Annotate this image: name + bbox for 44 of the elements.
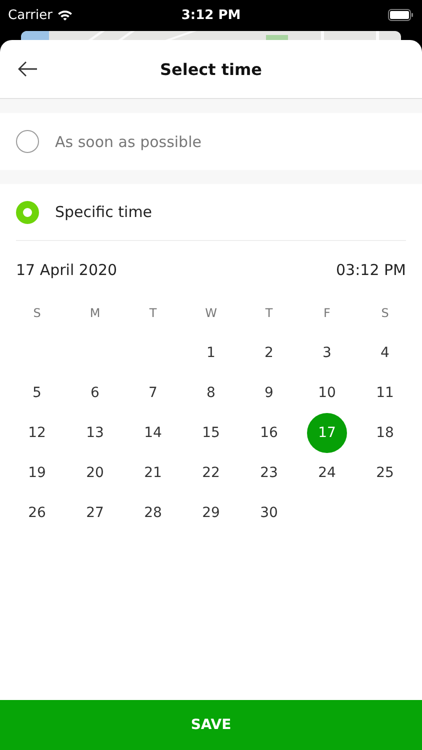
calendar-day[interactable]: 4 [365,333,405,373]
weekday-label: F [324,305,330,322]
weekday-label: T [265,305,273,322]
wifi-icon [57,9,74,21]
calendar-day[interactable]: 6 [75,373,115,413]
carrier-label: Carrier [8,8,52,22]
calendar-day[interactable]: 3 [307,333,347,373]
calendar-day[interactable]: 29 [191,493,231,533]
calendar-day[interactable]: 27 [75,493,115,533]
weekday-label: M [90,305,100,322]
weekday-label: S [33,305,41,322]
calendar-day[interactable]: 7 [133,373,173,413]
calendar-day[interactable]: 20 [75,453,115,493]
calendar-day[interactable]: 22 [191,453,231,493]
calendar-day[interactable]: 30 [249,493,289,533]
calendar-day[interactable]: 11 [365,373,405,413]
weekday-label: T [149,305,157,322]
calendar-day[interactable]: 26 [17,493,57,533]
date-label[interactable]: 17 April 2020 [16,261,118,279]
time-label[interactable]: 03:12 PM [336,261,406,279]
back-button[interactable] [16,59,40,79]
weekday-label: W [205,305,217,322]
weekday-label: S [381,305,389,322]
calendar-day[interactable]: 9 [249,373,289,413]
calendar-day[interactable]: 10 [307,373,347,413]
calendar-day[interactable]: 21 [133,453,173,493]
calendar-day[interactable]: 2 [249,333,289,373]
calendar-day[interactable]: 8 [191,373,231,413]
calendar-day[interactable]: 18 [365,413,405,453]
calendar-day[interactable]: 19 [17,453,57,493]
calendar-day[interactable]: 5 [17,373,57,413]
battery-icon [388,9,414,21]
screen-title: Select time [160,60,262,78]
calendar-day[interactable]: 1 [191,333,231,373]
calendar-day[interactable]: 28 [133,493,173,533]
calendar-day[interactable]: 15 [191,413,231,453]
calendar-day[interactable]: 12 [17,413,57,453]
status-time: 3:12 PM [181,8,241,22]
calendar-day[interactable]: 16 [249,413,289,453]
calendar-day[interactable]: 14 [133,413,173,453]
calendar-day[interactable]: 25 [365,453,405,493]
calendar-day[interactable]: 23 [249,453,289,493]
calendar-day[interactable]: 13 [75,413,115,453]
calendar-day[interactable]: 24 [307,453,347,493]
